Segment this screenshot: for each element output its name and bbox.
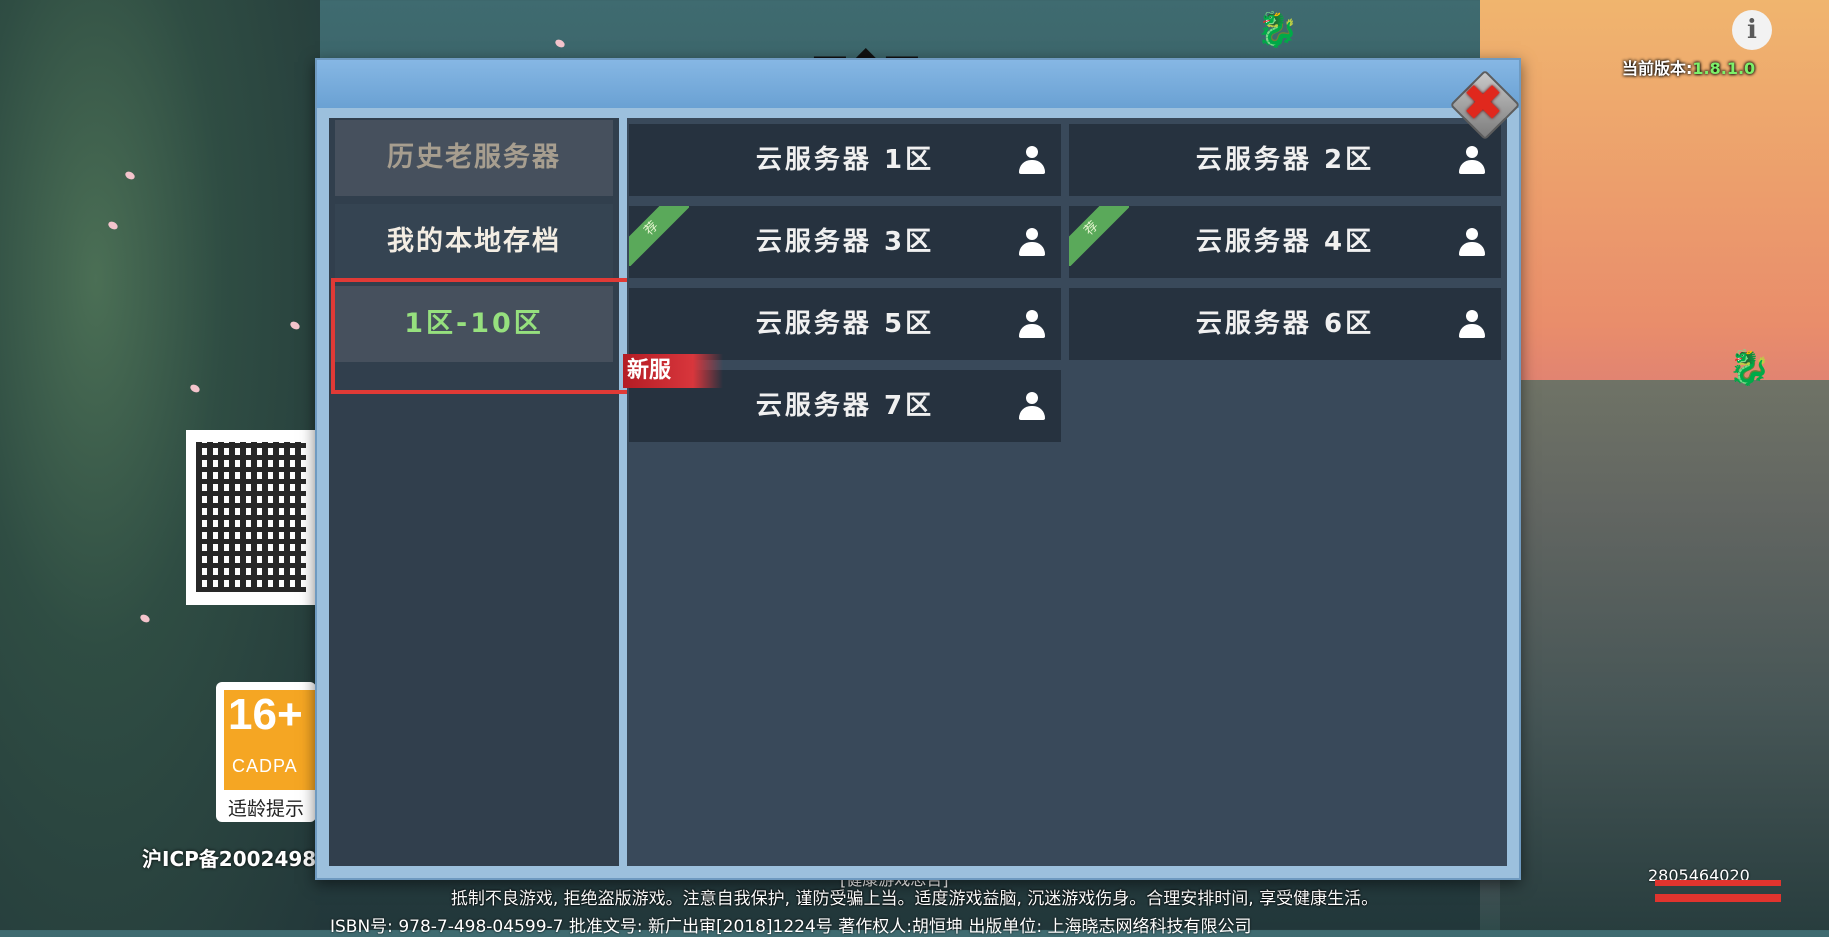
age-rating-box: 16+ CADPA (224, 690, 316, 790)
close-button[interactable]: ✖ (1448, 68, 1521, 141)
age-rating-tip: 适龄提示 (228, 798, 305, 820)
version-value: 1.8.1.0 (1692, 59, 1756, 78)
server-name: 云服务器 5区 (755, 309, 935, 339)
user-icon (1459, 146, 1485, 176)
server-item-4[interactable]: 荐 云服务器 4区 (1069, 206, 1501, 278)
server-item-2[interactable]: 云服务器 2区 (1069, 124, 1501, 196)
server-name: 云服务器 6区 (1195, 309, 1375, 339)
redaction-bar (1655, 894, 1781, 902)
background-cliff (1500, 380, 1829, 930)
server-name: 云服务器 2区 (1195, 145, 1375, 175)
user-icon (1019, 310, 1045, 340)
icp-number: 沪ICP备2002498 (142, 847, 317, 871)
age-rating-badge: 16+ CADPA 适龄提示 (216, 682, 316, 822)
server-select-dialog: 历史老服务器 我的本地存档 1区-10区 云服务器 1区 云服务器 2区 荐 云… (315, 58, 1521, 880)
server-name: 云服务器 4区 (1195, 227, 1375, 257)
selection-highlight (331, 278, 635, 394)
server-name: 云服务器 1区 (755, 145, 935, 175)
user-icon (1019, 228, 1045, 258)
age-rating-value: 16+ (228, 690, 303, 739)
isbn-info: ISBN号: 978-7-498-04599-7 批准文号: 新广出审[2018… (330, 917, 1252, 937)
server-name: 云服务器 3区 (755, 227, 935, 257)
dragon-icon: 🐉 (1728, 348, 1771, 388)
version-prefix: 当前版本: (1622, 59, 1693, 78)
qr-code (186, 430, 316, 605)
user-icon (1459, 228, 1485, 258)
info-button[interactable]: i (1732, 10, 1772, 50)
dialog-header (317, 60, 1519, 108)
close-icon: ✖ (1462, 74, 1504, 132)
qr-pattern (196, 442, 306, 592)
user-icon (1019, 392, 1045, 422)
sidebar-item-local-save[interactable]: 我的本地存档 (335, 204, 613, 280)
user-icon (1459, 310, 1485, 340)
dragon-icon: 🐉 (1256, 10, 1299, 50)
server-item-1[interactable]: 云服务器 1区 (629, 124, 1061, 196)
user-icon (1019, 146, 1045, 176)
server-item-3[interactable]: 荐 云服务器 3区 (629, 206, 1061, 278)
sidebar-item-history[interactable]: 历史老服务器 (335, 120, 613, 196)
age-rating-org: CADPA (232, 756, 298, 776)
version-label: 当前版本:1.8.1.0 (1622, 55, 1755, 79)
server-item-6[interactable]: 云服务器 6区 (1069, 288, 1501, 360)
server-item-7[interactable]: 云服务器 7区 新服 (623, 354, 1061, 442)
server-category-sidebar: 历史老服务器 我的本地存档 1区-10区 (329, 118, 635, 866)
server-item-5[interactable]: 云服务器 5区 (629, 288, 1061, 360)
redaction-bar (1655, 880, 1781, 886)
server-list: 云服务器 1区 云服务器 2区 荐 云服务器 3区 荐 云服务器 4区 云服务器… (623, 118, 1507, 866)
health-notice: 抵制不良游戏, 拒绝盗版游戏。注意自我保护, 谨防受骗上当。适度游戏益脑, 沉迷… (450, 889, 1379, 909)
new-server-badge: 新服 (623, 354, 723, 388)
petal-decoration (553, 37, 567, 50)
